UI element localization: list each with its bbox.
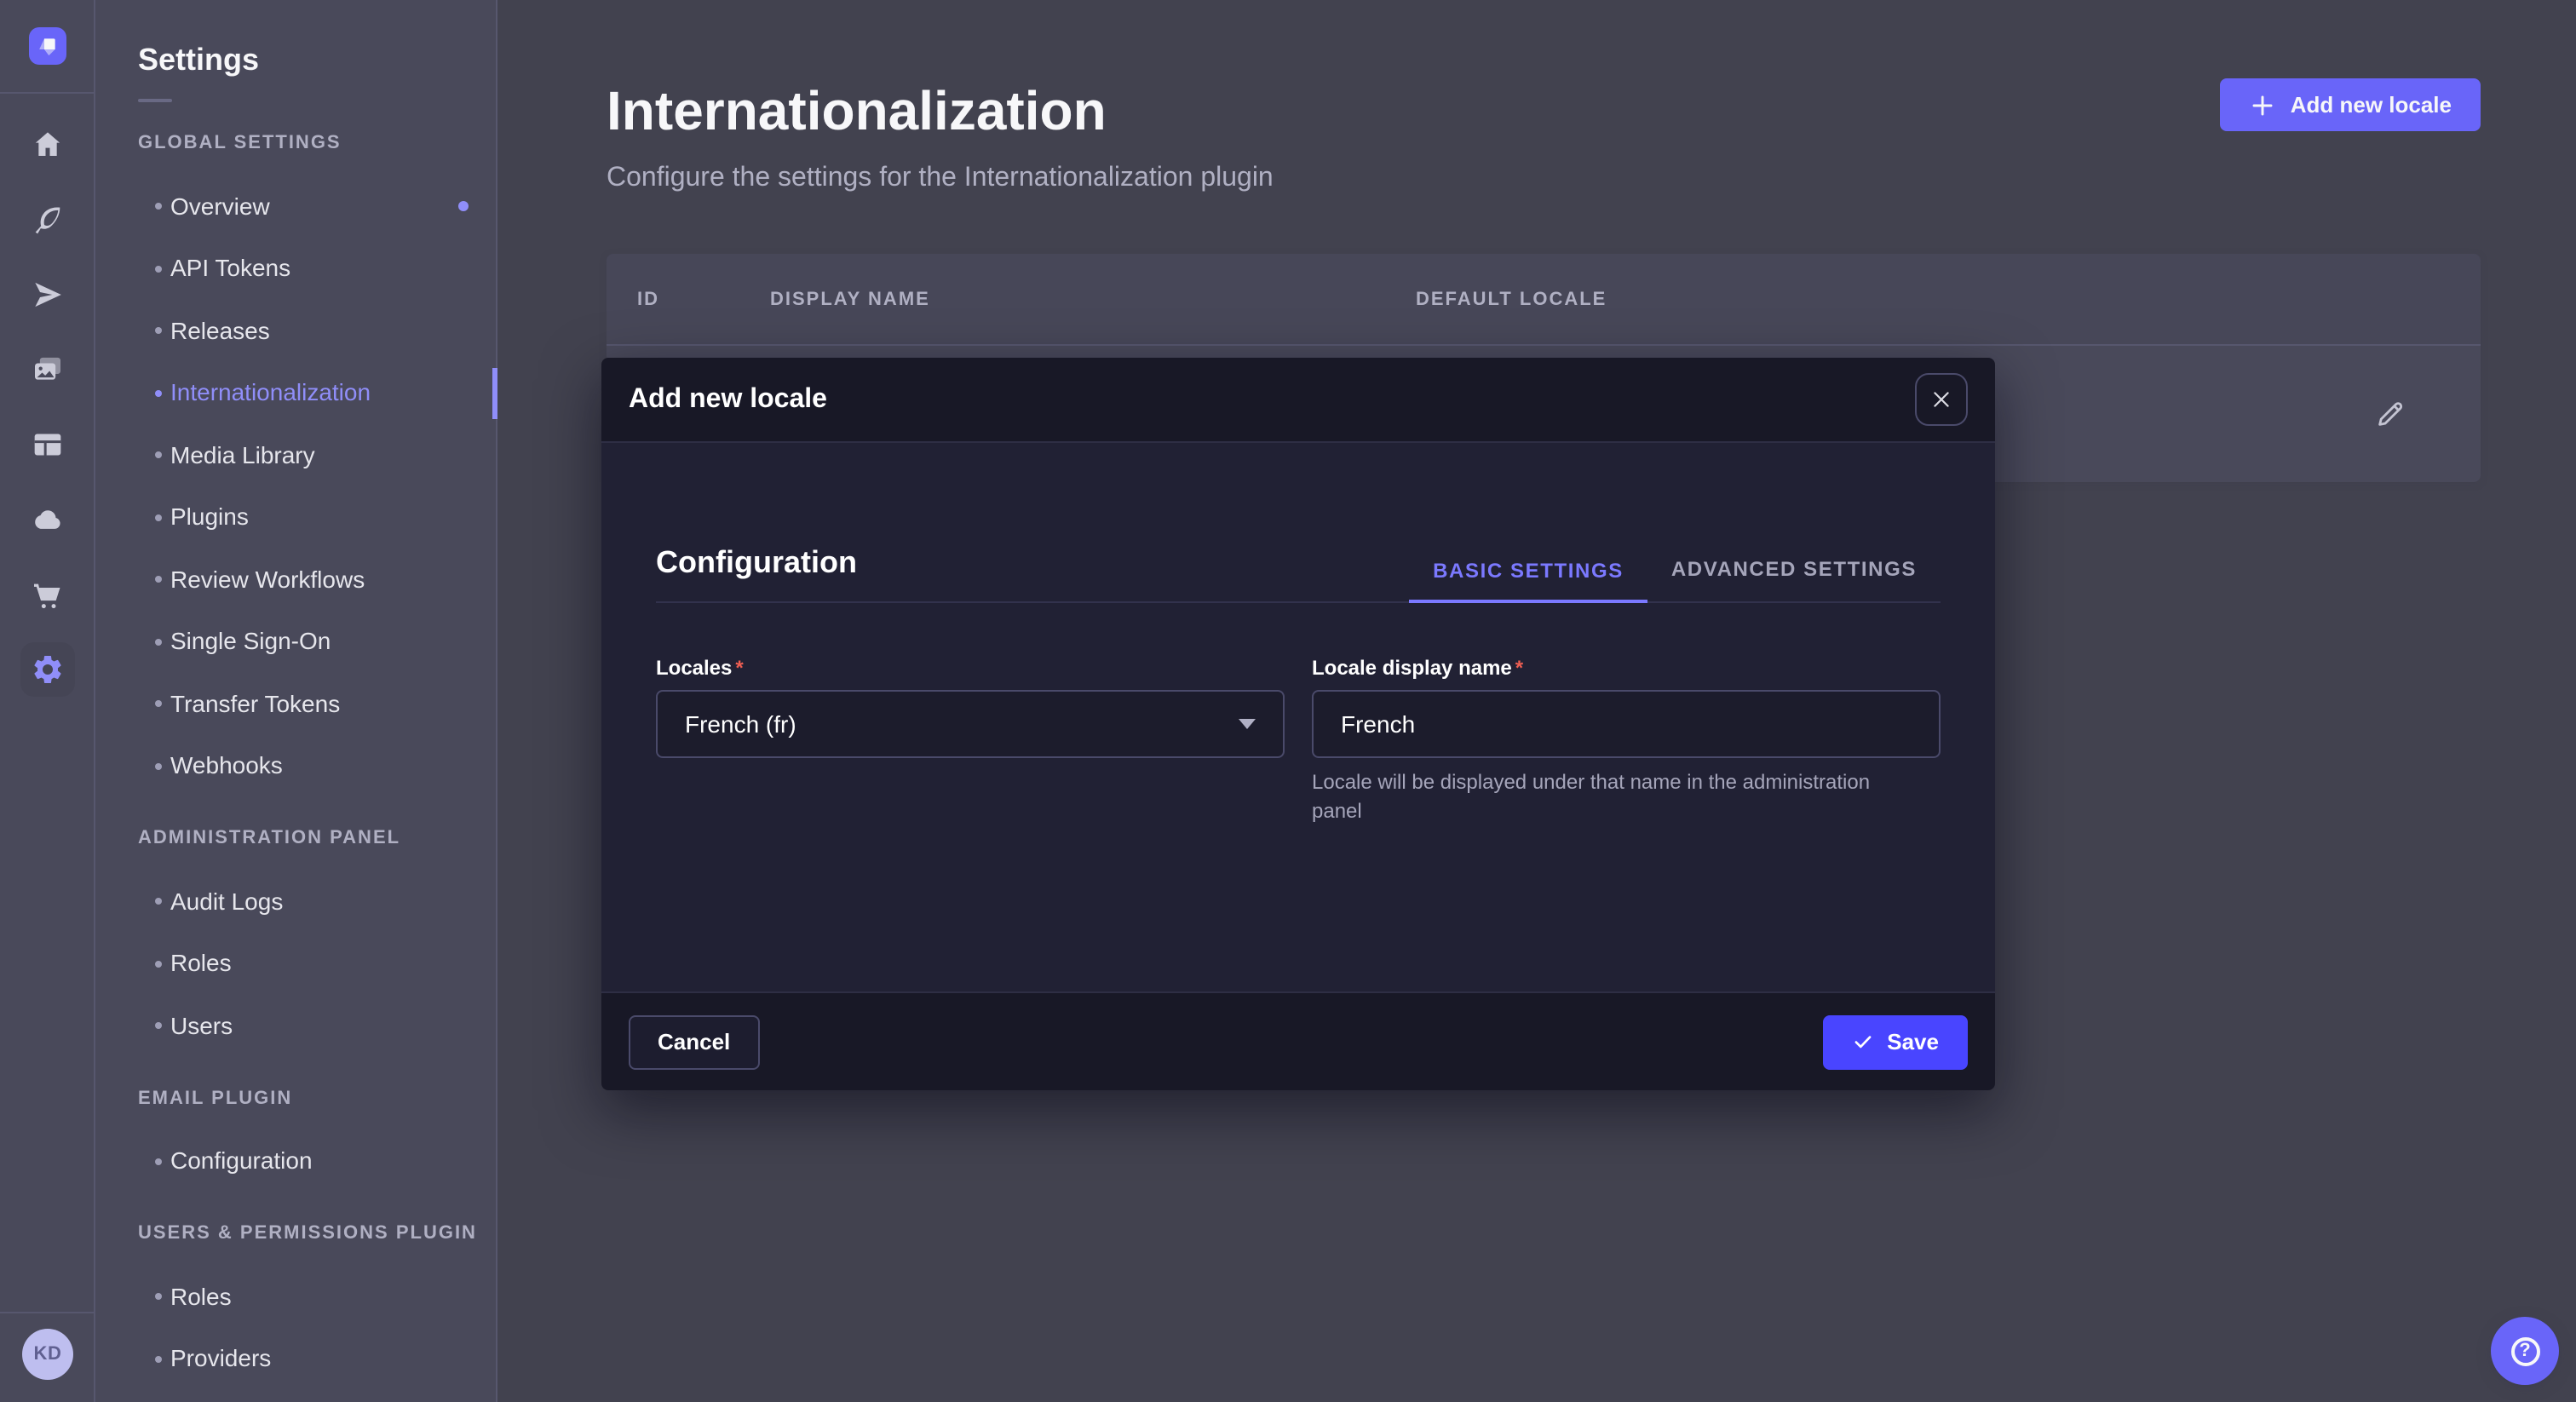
check-icon: [1851, 1031, 1873, 1053]
add-locale-modal: Add new locale Configuration BASIC SETTI…: [601, 358, 1995, 1090]
section-title: Configuration: [656, 545, 857, 581]
chevron-down-icon: [1239, 719, 1256, 729]
display-name-input[interactable]: [1312, 690, 1941, 758]
tab[interactable]: BASIC SETTINGS: [1409, 557, 1647, 603]
display-name-field: Locale display name* Locale will be disp…: [1312, 654, 1941, 825]
modal-title: Add new locale: [629, 384, 827, 415]
tab[interactable]: ADVANCED SETTINGS: [1647, 557, 1941, 601]
modal-body: Configuration BASIC SETTINGSADVANCED SET…: [601, 443, 1995, 991]
locales-label: Locales*: [656, 654, 1285, 681]
locales-select[interactable]: French (fr): [656, 690, 1285, 758]
modal-footer: Cancel Save: [601, 991, 1995, 1090]
app-window: KD Settings GLOBAL SETTINGS Overview: [0, 0, 2576, 1402]
close-icon[interactable]: [1915, 373, 1968, 426]
field-hint: Locale will be displayed under that name…: [1312, 768, 1925, 825]
required-mark: *: [1515, 656, 1523, 680]
tabs: BASIC SETTINGSADVANCED SETTINGS: [1409, 557, 1941, 601]
config-tabs-row: Configuration BASIC SETTINGSADVANCED SET…: [656, 443, 1941, 603]
modal-header: Add new locale: [601, 358, 1995, 443]
form-fields: Locales* French (fr) Locale display name…: [656, 654, 1941, 825]
cancel-button[interactable]: Cancel: [629, 1014, 759, 1069]
locales-field: Locales* French (fr): [656, 654, 1285, 825]
display-name-label: Locale display name*: [1312, 654, 1941, 681]
required-mark: *: [735, 656, 743, 680]
save-button[interactable]: Save: [1822, 1014, 1968, 1069]
